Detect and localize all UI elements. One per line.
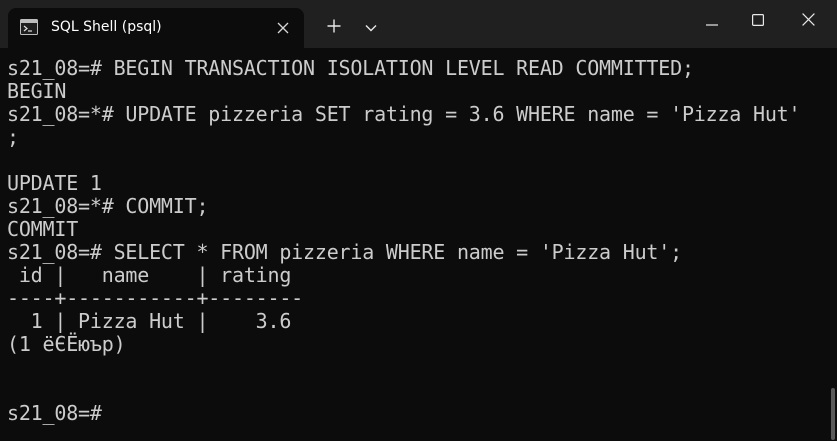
tab-sql-shell[interactable]: SQL Shell (psql) <box>8 8 304 48</box>
profile-dropdown-button[interactable] <box>354 8 388 48</box>
result-header: id | name | rating <box>7 263 292 287</box>
close-button[interactable] <box>785 0 831 44</box>
terminal-line: s21_08=*# UPDATE pizzeria SET rating = 3… <box>7 102 801 126</box>
terminal-line: s21_08=*# COMMIT; <box>7 194 209 218</box>
close-icon <box>801 13 815 31</box>
close-tab-icon[interactable] <box>273 18 293 38</box>
terminal-icon <box>20 19 38 35</box>
terminal-line: BEGIN <box>7 79 67 103</box>
result-separator: ----+-----------+-------- <box>7 286 304 310</box>
scrollbar-thumb[interactable] <box>831 388 835 440</box>
chevron-down-icon <box>365 19 377 37</box>
terminal-line: COMMIT <box>7 217 79 241</box>
row-count: (1 ёЄЁюър) <box>7 332 126 356</box>
new-tab-button[interactable] <box>316 8 352 48</box>
tab-title: SQL Shell (psql) <box>51 19 162 35</box>
command-prompt[interactable]: s21_08=# <box>7 402 102 425</box>
minimize-button[interactable] <box>689 0 735 44</box>
plus-icon <box>327 19 341 38</box>
terminal-output[interactable]: s21_08=# BEGIN TRANSACTION ISOLATION LEV… <box>0 48 837 441</box>
minimize-icon <box>706 13 718 31</box>
terminal-line: s21_08=# BEGIN TRANSACTION ISOLATION LEV… <box>7 56 694 80</box>
terminal-line: ; <box>7 125 19 149</box>
terminal-line: s21_08=# SELECT * FROM pizzeria WHERE na… <box>7 240 682 264</box>
result-row: 1 | Pizza Hut | 3.6 <box>7 309 292 333</box>
title-bar: SQL Shell (psql) <box>0 0 837 48</box>
maximize-icon <box>752 13 765 31</box>
terminal-line: UPDATE 1 <box>7 171 102 195</box>
maximize-button[interactable] <box>735 0 781 44</box>
terminal-window: SQL Shell (psql) s21_08=# BEGIN TRANSACT… <box>0 0 837 441</box>
